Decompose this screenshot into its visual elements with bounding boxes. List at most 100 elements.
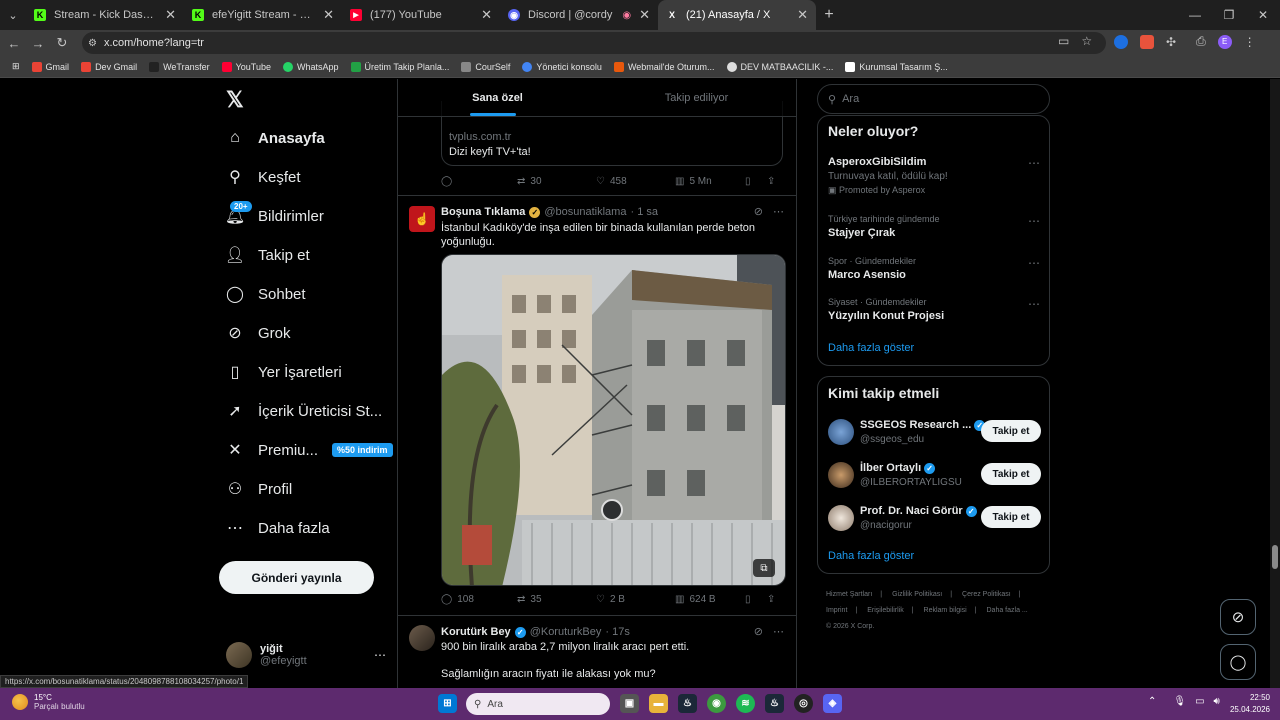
views-button[interactable]: ▥ 5 Mn: [675, 176, 745, 187]
grok-float-button[interactable]: ⊘: [1220, 599, 1256, 635]
author-name[interactable]: Korutürk Bey: [441, 626, 511, 638]
scrollbar-thumb[interactable]: [1272, 545, 1278, 569]
bookmark-item[interactable]: Webmail'de Oturum...: [608, 61, 721, 72]
follow-button[interactable]: Takip et: [981, 506, 1041, 528]
account-switcher[interactable]: yiğit @efeyigtt ⋯: [226, 642, 386, 668]
nav-grok[interactable]: ⊘ Grok: [226, 324, 290, 343]
minimize-icon[interactable]: —: [1178, 0, 1212, 30]
tweet-time[interactable]: · 17s: [605, 626, 629, 638]
tweet-photo[interactable]: ⧉: [441, 254, 786, 586]
nav-creator-studio[interactable]: ➚ İçerik Üreticisi St...: [226, 402, 382, 421]
apps-icon[interactable]: ⊞: [6, 61, 26, 72]
back-icon[interactable]: ←: [2, 36, 26, 51]
show-more-link[interactable]: Daha fazla göster: [828, 342, 914, 354]
footer-link[interactable]: Gizlilik Politikası: [892, 591, 942, 598]
nav-bookmarks[interactable]: ▯ Yer İşaretleri: [226, 363, 342, 382]
footer-link[interactable]: Çerez Politikası: [962, 591, 1011, 598]
follow-suggestion[interactable]: Prof. Dr. Naci Görür ✓ @nacigorur Takip e…: [828, 505, 1041, 537]
footer-link[interactable]: Reklam bilgisi: [924, 607, 967, 614]
mic-icon[interactable]: 🎙︎: [1173, 696, 1186, 707]
extension-icon[interactable]: [1140, 34, 1154, 49]
footer-link[interactable]: Erişilebilirlik: [867, 607, 904, 614]
obs-icon[interactable]: ◎: [794, 694, 813, 713]
follow-suggestion[interactable]: İlber Ortaylı ✓ @ILBERORTAYLIGSU Takip et: [828, 462, 1041, 494]
more-dots-icon[interactable]: ⋯: [773, 205, 784, 218]
bookmark-item[interactable]: CourSelf: [455, 61, 516, 72]
repost-button[interactable]: ⇄ 35: [517, 594, 596, 605]
extension-icon[interactable]: [1114, 34, 1128, 49]
follow-suggestion[interactable]: SSGEOS Research ... ✓ @ssgeos_edu Takip e…: [828, 419, 1041, 451]
reply-button[interactable]: ◯ 108: [441, 594, 517, 605]
bookmark-item[interactable]: WeTransfer: [143, 61, 216, 72]
author-name[interactable]: Boşuna Tıklama: [441, 206, 525, 218]
browser-tab[interactable]: K Stream - Kick Dashboard ✕: [26, 0, 184, 30]
like-button[interactable]: ♡ 458: [596, 176, 675, 187]
forward-icon[interactable]: →: [26, 36, 50, 51]
bookmark-item[interactable]: DEV MATBAACILIK -...: [721, 61, 840, 72]
footer-link[interactable]: Hizmet Şartları: [826, 591, 872, 598]
trend-item[interactable]: Spor · Gündemdekiler Marco Asensio ⋯: [828, 256, 1040, 281]
browser-tab[interactable]: ▶ (177) YouTube ✕: [342, 0, 500, 30]
close-window-icon[interactable]: ✕: [1246, 0, 1280, 30]
page-scrollbar[interactable]: [1270, 79, 1280, 688]
weather-widget[interactable]: 15°C Parçalı bulutlu: [12, 693, 85, 711]
network-icon[interactable]: ▭: [1195, 696, 1204, 707]
clock[interactable]: 22:50 25.04.2026: [1230, 692, 1270, 716]
cast-icon[interactable]: ▭: [1058, 34, 1069, 48]
post-button[interactable]: Gönderi yayınla: [219, 561, 374, 594]
nav-follow[interactable]: 👤︎ Takip et: [225, 246, 310, 265]
bookmark-icon[interactable]: ▯: [745, 594, 767, 605]
close-tab-icon[interactable]: ✕: [481, 7, 492, 23]
more-dots-icon[interactable]: ⋯: [374, 648, 386, 662]
trend-item[interactable]: Türkiye tarihinde gündemde Stajyer Çırak…: [828, 214, 1040, 239]
browser-tab[interactable]: ◉ Discord | @cordy ◉ ✕: [500, 0, 658, 30]
volume-icon[interactable]: 🔊︎: [1214, 696, 1220, 707]
browser-tab[interactable]: K efeYigitt Stream - Watch Live on Kick …: [184, 0, 342, 30]
bookmark-item[interactable]: Gmail: [26, 61, 76, 72]
tab-for-you[interactable]: Sana özel: [398, 79, 597, 116]
bookmark-item[interactable]: Kurumsal Tasarım Ş...: [839, 61, 953, 72]
taskbar-search[interactable]: ⚲ Ara: [466, 693, 610, 715]
profile-avatar-icon[interactable]: E: [1217, 34, 1232, 49]
close-tab-icon[interactable]: ✕: [797, 7, 808, 23]
site-info-icon[interactable]: ⚙: [88, 38, 97, 49]
close-tab-icon[interactable]: ✕: [165, 7, 176, 23]
share-icon[interactable]: ⇪: [767, 594, 775, 605]
close-tab-icon[interactable]: ✕: [639, 7, 650, 23]
chat-float-button[interactable]: ◯: [1220, 644, 1256, 680]
share-icon[interactable]: ⇪: [767, 176, 775, 187]
views-button[interactable]: ▥ 624 B: [675, 594, 745, 605]
nav-explore[interactable]: ⚲ Keşfet: [226, 168, 300, 187]
start-icon[interactable]: ⊞: [438, 694, 457, 713]
tab-following[interactable]: Takip ediliyor: [597, 79, 796, 116]
discord-icon[interactable]: ◈: [823, 694, 842, 713]
reload-icon[interactable]: ↻: [50, 35, 74, 51]
address-bar[interactable]: ⚙ x.com/home?lang=tr: [82, 32, 1106, 54]
tab-search-icon[interactable]: ⌄: [0, 0, 26, 30]
footer-link[interactable]: Daha fazla ...: [987, 607, 1028, 614]
search-input[interactable]: ⚲ Ara: [817, 84, 1050, 114]
bookmark-item[interactable]: Üretim Takip Planla...: [345, 61, 456, 72]
follow-button[interactable]: Takip et: [981, 463, 1041, 485]
bookmark-item[interactable]: Yönetici konsolu: [516, 61, 608, 72]
folder-icon[interactable]: ▬: [649, 694, 668, 713]
like-button[interactable]: ♡ 2 B: [596, 594, 675, 605]
close-tab-icon[interactable]: ✕: [323, 7, 334, 23]
x-logo-icon[interactable]: 𝕏: [226, 87, 244, 113]
show-more-link[interactable]: Daha fazla göster: [828, 550, 914, 562]
bookmark-item[interactable]: YouTube: [216, 61, 277, 72]
more-dots-icon[interactable]: ⋯: [1028, 214, 1040, 228]
chrome-icon[interactable]: ◉: [707, 694, 726, 713]
steam-icon[interactable]: ♨: [678, 694, 697, 713]
browser-tab-active[interactable]: X (21) Anasayfa / X ✕: [658, 0, 816, 30]
alt-text-icon[interactable]: ⧉: [753, 559, 775, 577]
steam-icon[interactable]: ♨: [765, 694, 784, 713]
trend-item[interactable]: AsperoxGibiSildim Turnuvaya katıl, ödülü…: [828, 156, 1040, 196]
more-dots-icon[interactable]: ⋯: [1028, 297, 1040, 311]
grok-icon[interactable]: ⊘: [754, 205, 763, 218]
restore-icon[interactable]: ❐: [1212, 0, 1246, 30]
menu-dots-icon[interactable]: ⋮: [1244, 35, 1256, 49]
more-dots-icon[interactable]: ⋯: [1028, 256, 1040, 270]
follow-button[interactable]: Takip et: [981, 420, 1041, 442]
nav-profile[interactable]: ⚇ Profil: [226, 480, 292, 499]
